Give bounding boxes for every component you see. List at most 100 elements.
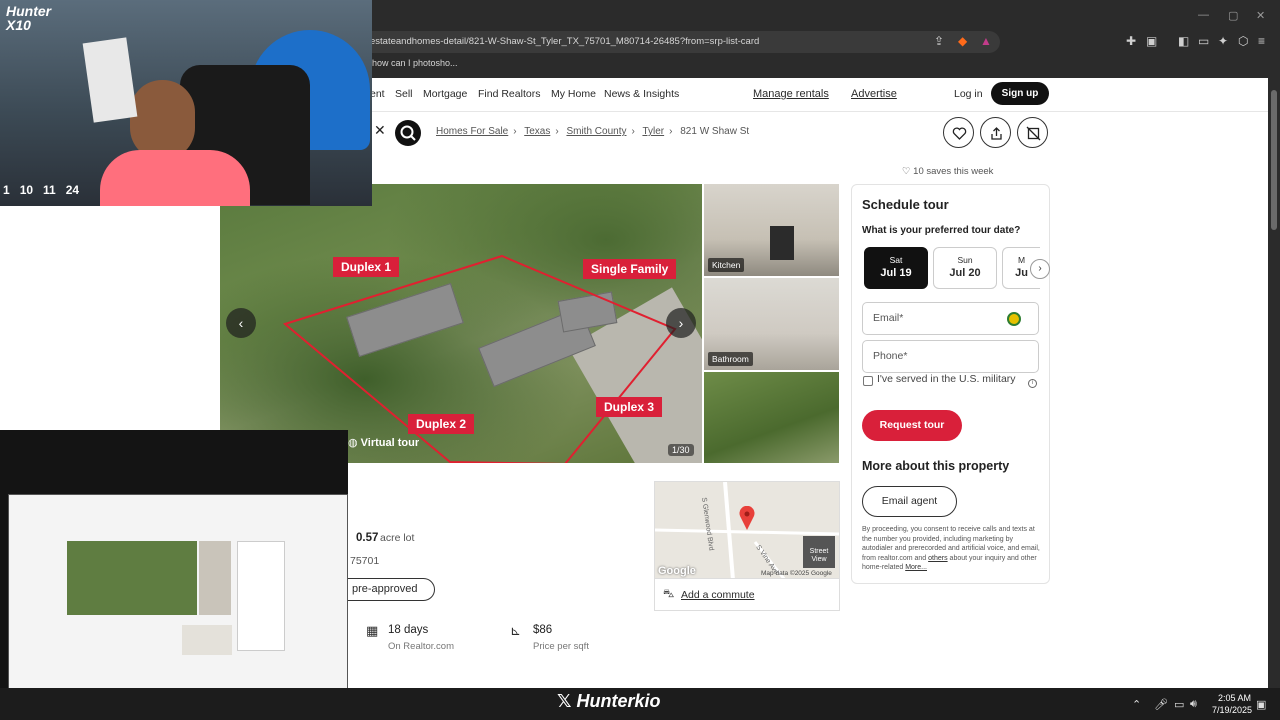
network-icon[interactable]: ▭ (1174, 698, 1184, 711)
breadcrumb-item[interactable]: Texas (524, 126, 550, 137)
car-icon: ⛍ (663, 588, 675, 600)
schedule-tour-title: Schedule tour (862, 197, 949, 212)
share-button[interactable] (980, 117, 1011, 148)
phone-field[interactable]: Phone* (862, 340, 1039, 373)
tour-date-question: What is your preferred tour date? (862, 225, 1021, 236)
heart-icon: ♡ (902, 166, 914, 177)
info-icon[interactable]: i (1028, 379, 1037, 388)
chevron-up-icon[interactable]: ⌃ (1132, 698, 1141, 711)
mini-panel (237, 541, 285, 651)
more-link[interactable]: More... (905, 564, 927, 571)
map[interactable]: S Glenwood Blvd S Vine Ave Street View G… (654, 481, 840, 579)
days-on-site: 18 days (388, 624, 429, 636)
manage-rentals-link[interactable]: Manage rentals (753, 88, 829, 100)
advertise-link[interactable]: Advertise (851, 88, 897, 100)
leo-icon[interactable]: ✦ (1218, 34, 1228, 48)
date-dow: Sun (957, 255, 973, 265)
thumbnail-label: Bathroom (708, 352, 753, 366)
email-placeholder: Email* (873, 312, 904, 324)
hide-listing-button[interactable] (1017, 117, 1048, 148)
hud-value: 10 (19, 183, 34, 197)
zip-text: 75701 (350, 555, 380, 567)
minimize-icon[interactable]: — (1198, 9, 1209, 21)
maximize-icon[interactable]: ▢ (1228, 9, 1238, 22)
military-checkbox[interactable] (863, 376, 873, 386)
calendar-icon: ▦ (366, 623, 379, 638)
breadcrumb-item[interactable]: Tyler (642, 126, 664, 137)
next-dates-button[interactable]: › (1030, 259, 1050, 279)
autofill-icon[interactable] (1007, 312, 1021, 326)
hud-value: 1 (3, 183, 10, 197)
stream-brand: 𝕏 Hunterkio (557, 691, 661, 711)
blank-overlay (0, 206, 220, 430)
mini-page-preview (8, 494, 348, 688)
breadcrumb-item[interactable]: Smith County (566, 126, 626, 137)
clear-search-icon[interactable]: ✕ (374, 122, 386, 139)
photo-count: 1/30 (668, 444, 694, 456)
sidebar-icon[interactable]: ◧ (1178, 34, 1189, 48)
nav-item-rent[interactable]: ent (370, 88, 385, 100)
request-tour-button[interactable]: Request tour (862, 410, 962, 441)
bookmark-item[interactable]: how can I photosho... (372, 58, 458, 68)
nav-divider (220, 111, 1268, 112)
stream-hud: 1 10 11 24 (3, 183, 89, 197)
thumbnail-bathroom[interactable]: Bathroom (704, 278, 839, 370)
chevron-right-icon: › (669, 126, 673, 137)
date-option-selected[interactable]: Sat Jul 19 (864, 247, 928, 289)
nav-item-find-realtors[interactable]: Find Realtors (478, 88, 540, 100)
date-value: Jul 20 (949, 267, 981, 279)
screenshot-icon[interactable]: ▣ (1146, 34, 1157, 48)
email-agent-button[interactable]: Email agent (862, 486, 957, 517)
photo-stove (770, 226, 794, 260)
date-option[interactable]: Sun Jul 20 (933, 247, 997, 289)
clock-time[interactable]: 2:05 AM (1218, 693, 1251, 703)
listing-page: ent Sell Mortgage Find Realtors My Home … (220, 78, 1268, 688)
prev-photo-button[interactable]: ‹ (226, 308, 256, 338)
scrollbar-thumb[interactable] (1271, 90, 1277, 230)
add-commute-row[interactable]: ⛍ Add a commute (654, 579, 840, 611)
save-home-button[interactable] (943, 117, 974, 148)
microphone-icon[interactable]: 🎤︎ (1154, 698, 1168, 711)
share-icon (991, 127, 1002, 140)
wallet-icon[interactable]: ▭ (1198, 34, 1209, 48)
virtual-tour-label: Virtual tour (360, 437, 420, 449)
date-dow: Sat (889, 255, 903, 265)
nav-item-news[interactable]: News & Insights (604, 88, 679, 100)
close-window-icon[interactable]: ✕ (1256, 9, 1265, 22)
nav-item-my-home[interactable]: My Home (551, 88, 596, 100)
next-photo-button[interactable]: › (666, 308, 696, 338)
thumbnail-aerial[interactable] (704, 372, 839, 463)
saves-count: ♡ 10 saves this week (902, 166, 993, 177)
breadcrumb: Homes For Sale › Texas › Smith County › Tyl… (436, 126, 749, 137)
email-field[interactable]: Email* (862, 302, 1039, 335)
brand-text: Hunterkio (576, 691, 661, 711)
mini-thumbs (199, 541, 231, 615)
more-about-heading: More about this property (862, 459, 1010, 473)
extensions-icon[interactable]: ✚ (1126, 34, 1136, 48)
menu-icon[interactable]: ≡ (1258, 34, 1265, 48)
virtual-tour-button[interactable]: ◍ Virtual tour (348, 436, 419, 449)
add-commute-link[interactable]: Add a commute (681, 589, 755, 601)
nav-item-mortgage[interactable]: Mortgage (423, 88, 467, 100)
price-per-sqft: $86 (533, 624, 553, 636)
brave-shield-icon[interactable]: ◆ (958, 34, 967, 48)
login-link[interactable]: Log in (954, 88, 983, 100)
share-page-icon[interactable]: ⇪ (934, 34, 944, 48)
vpn-icon[interactable]: ⬡ (1238, 34, 1248, 48)
others-link[interactable]: others (928, 555, 947, 562)
volume-icon[interactable]: 🔊︎ (1190, 698, 1197, 711)
main-photo[interactable]: Duplex 1 Single Family Duplex 2 Duplex 3… (220, 184, 702, 463)
signup-button[interactable]: Sign up (991, 82, 1049, 105)
notification-icon[interactable]: ▣ (1256, 698, 1266, 711)
clock-date[interactable]: 7/19/2025 (1212, 705, 1252, 715)
rewards-icon[interactable]: ▲ (980, 34, 992, 48)
nav-item-sell[interactable]: Sell (395, 88, 413, 100)
mini-screen-overlay (0, 430, 348, 688)
address-bar[interactable]: estateandhomes-detail/821-W-Shaw-St_Tyle… (360, 31, 1000, 53)
street-view-button[interactable]: Street View (803, 536, 835, 568)
breadcrumb-item[interactable]: Homes For Sale (436, 126, 508, 137)
phone-placeholder: Phone* (873, 350, 908, 362)
webcam-overlay: Hunter X10 (0, 0, 372, 206)
thumbnail-kitchen[interactable]: Kitchen (704, 184, 839, 276)
search-button[interactable] (395, 120, 421, 146)
